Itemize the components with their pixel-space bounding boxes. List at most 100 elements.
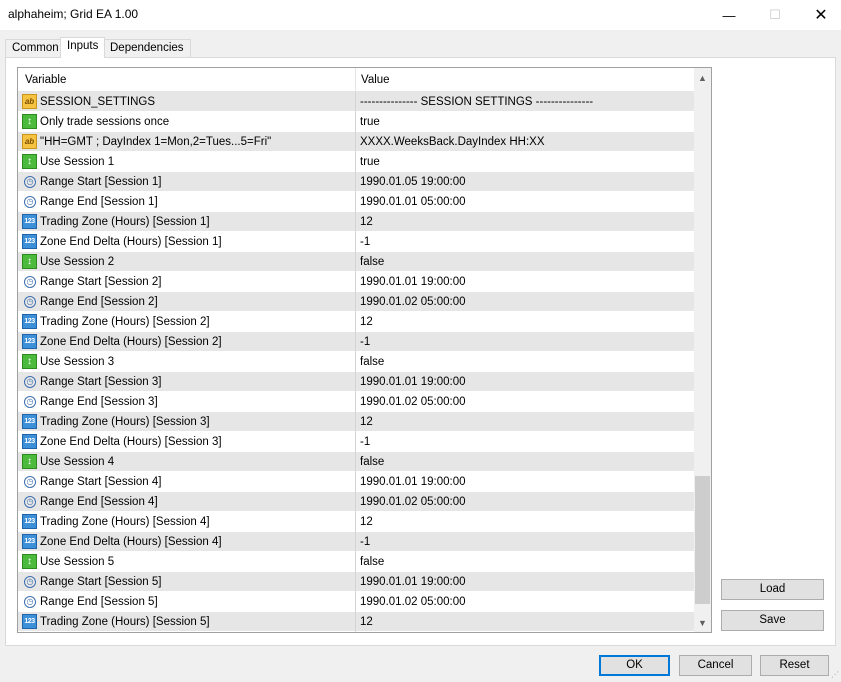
column-header-value[interactable]: Value [356,68,694,92]
close-button[interactable]: ✕ [798,0,841,30]
tab-common[interactable]: Common [5,39,66,58]
value-cell[interactable]: 12 [356,412,694,432]
variable-name: Zone End Delta (Hours) [Session 4] [40,536,222,548]
column-header-variable[interactable]: Variable [18,68,356,92]
table-row[interactable]: ↕ Use Session 5 false [18,552,694,572]
window-title: alphaheim; Grid EA 1.00 [8,7,139,21]
table-row[interactable]: 123 Trading Zone (Hours) [Session 2] 12 [18,312,694,332]
scroll-down-icon[interactable]: ▼ [694,614,711,631]
table-row[interactable]: 123 Zone End Delta (Hours) [Session 1] -1 [18,232,694,252]
resize-grip-icon[interactable]: ⋰ [829,670,839,680]
table-row[interactable]: ◷ Range Start [Session 1] 1990.01.05 19:00… [18,172,694,192]
value-cell[interactable]: 12 [356,312,694,332]
tab-inputs[interactable]: Inputs [60,37,106,58]
bool-type-icon: ↕ [22,254,37,269]
variable-cell: 123 Trading Zone (Hours) [Session 4] [18,512,356,532]
table-row[interactable]: ◷ Range Start [Session 2] 1990.01.01 19:00… [18,272,694,292]
table-row[interactable]: ◷ Range End [Session 2] 1990.01.02 05:00:0… [18,292,694,312]
maximize-button[interactable]: ☐ [752,0,798,30]
variable-name: Trading Zone (Hours) [Session 4] [40,516,210,528]
close-icon: ✕ [814,7,828,24]
value-cell[interactable]: false [356,452,694,472]
datetime-type-icon: ◷ [24,496,36,508]
maximize-icon: ☐ [769,7,781,22]
table-row[interactable]: ◷ Range End [Session 5] 1990.01.02 05:00:0… [18,592,694,612]
value-cell[interactable]: -1 [356,432,694,452]
datetime-type-icon: ◷ [24,476,36,488]
variable-cell: ↕ Use Session 1 [18,152,356,172]
value-cell[interactable]: -1 [356,532,694,552]
value-cell[interactable]: -1 [356,332,694,352]
datetime-type-icon: ◷ [24,576,36,588]
value-cell[interactable]: false [356,352,694,372]
value-cell[interactable]: 1990.01.05 19:00:00 [356,172,694,192]
table-row[interactable]: ◷ Range Start [Session 4] 1990.01.01 19:00… [18,472,694,492]
variable-name: Range End [Session 4] [40,496,158,508]
table-row[interactable]: 123 Zone End Delta (Hours) [Session 4] -1 [18,532,694,552]
value-cell[interactable]: true [356,152,694,172]
bool-type-icon: ↕ [22,154,37,169]
table-row[interactable]: ◷ Range End [Session 4] 1990.01.02 05:00:0… [18,492,694,512]
table-row[interactable]: ◷ Range End [Session 3] 1990.01.02 05:00:0… [18,392,694,412]
value-cell[interactable]: false [356,252,694,272]
datetime-type-icon: ◷ [24,276,36,288]
datetime-type-icon: ◷ [24,596,36,608]
table-row[interactable]: ◷ Range End [Session 1] 1990.01.01 05:00:0… [18,192,694,212]
title-bar: alphaheim; Grid EA 1.00 — ☐ ✕ [0,0,841,30]
scroll-thumb[interactable] [695,476,710,604]
value-cell[interactable]: 1990.01.01 05:00:00 [356,192,694,212]
value-cell[interactable]: false [356,552,694,572]
table-row[interactable]: 123 Trading Zone (Hours) [Session 3] 12 [18,412,694,432]
vertical-scrollbar[interactable]: ▲ ▼ [694,68,711,632]
datetime-type-icon: ◷ [24,396,36,408]
table-row[interactable]: 123 Trading Zone (Hours) [Session 1] 12 [18,212,694,232]
table-row[interactable]: ◷ Range Start [Session 3] 1990.01.01 19:00… [18,372,694,392]
table-row[interactable]: ↕ Use Session 4 false [18,452,694,472]
variable-name: Use Session 5 [40,556,115,568]
load-button[interactable]: Load [721,579,824,600]
value-cell[interactable]: 1990.01.02 05:00:00 [356,492,694,512]
value-cell[interactable]: -1 [356,232,694,252]
table-row[interactable]: ↕ Use Session 2 false [18,252,694,272]
value-cell[interactable]: 12 [356,512,694,532]
table-row[interactable]: ↕ Use Session 3 false [18,352,694,372]
string-type-icon: ab [22,94,37,109]
value-cell[interactable]: 12 [356,612,694,632]
value-cell[interactable]: XXXX.WeeksBack.DayIndex HH:XX [356,132,694,152]
table-row[interactable]: 123 Trading Zone (Hours) [Session 5] 12 [18,612,694,632]
value-cell[interactable]: 1990.01.01 19:00:00 [356,272,694,292]
variable-cell: ↕ Use Session 5 [18,552,356,572]
value-cell[interactable]: --------------- SESSION SETTINGS -------… [356,92,694,112]
value-cell[interactable]: 1990.01.02 05:00:00 [356,292,694,312]
table-row[interactable]: ab SESSION_SETTINGS --------------- SESSIO… [18,92,694,112]
table-row[interactable]: 123 Trading Zone (Hours) [Session 4] 12 [18,512,694,532]
grid-rows: ab SESSION_SETTINGS --------------- SESSIO… [18,92,694,632]
cancel-button[interactable]: Cancel [679,655,752,676]
variable-cell: 123 Zone End Delta (Hours) [Session 2] [18,332,356,352]
value-cell[interactable]: 12 [356,212,694,232]
reset-button[interactable]: Reset [760,655,829,676]
variable-cell: ◷ Range Start [Session 5] [18,572,356,592]
value-cell[interactable]: 1990.01.02 05:00:00 [356,392,694,412]
tab-dependencies[interactable]: Dependencies [103,39,191,58]
minimize-button[interactable]: — [706,0,752,30]
table-row[interactable]: 123 Zone End Delta (Hours) [Session 2] -1 [18,332,694,352]
table-row[interactable]: ◷ Range Start [Session 5] 1990.01.01 19:00… [18,572,694,592]
value-cell[interactable]: 1990.01.01 19:00:00 [356,572,694,592]
value-cell[interactable]: true [356,112,694,132]
table-row[interactable]: 123 Zone End Delta (Hours) [Session 3] -1 [18,432,694,452]
variable-name: Use Session 1 [40,156,115,168]
table-row[interactable]: ↕ Use Session 1 true [18,152,694,172]
value-cell[interactable]: 1990.01.01 19:00:00 [356,472,694,492]
table-row[interactable]: ab "HH=GMT ; DayIndex 1=Mon,2=Tues...5=Fr… [18,132,694,152]
bool-type-icon: ↕ [22,554,37,569]
value-cell[interactable]: 1990.01.01 19:00:00 [356,372,694,392]
variable-name: Use Session 4 [40,456,115,468]
table-row[interactable]: ↕ Only trade sessions once true [18,112,694,132]
save-button[interactable]: Save [721,610,824,631]
ok-button[interactable]: OK [599,655,670,676]
value-cell[interactable]: 1990.01.02 05:00:00 [356,592,694,612]
number-type-icon: 123 [22,214,37,229]
variable-name: Range Start [Session 1] [40,176,162,188]
scroll-up-icon[interactable]: ▲ [694,69,711,86]
